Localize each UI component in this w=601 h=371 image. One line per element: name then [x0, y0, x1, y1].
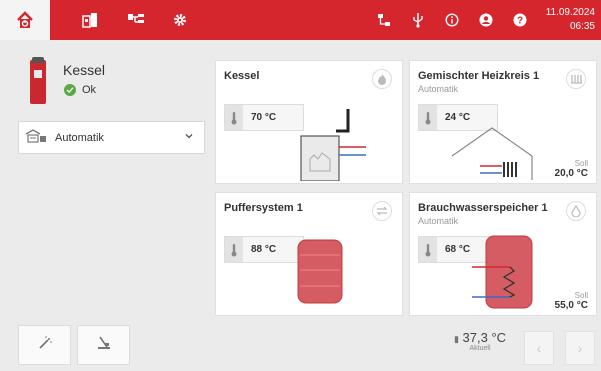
thermometer-icon — [225, 105, 243, 130]
chevron-left-icon: ‹ — [536, 340, 542, 356]
svg-text:?: ? — [517, 16, 523, 27]
house-diagram — [451, 127, 533, 180]
boiler-icon — [30, 57, 46, 104]
home-icon — [16, 11, 34, 29]
boiler-menu-icon — [82, 12, 98, 28]
chimney-sweep-button[interactable] — [77, 325, 130, 365]
system-menu-button[interactable] — [116, 0, 156, 40]
thermometer-icon — [419, 105, 437, 130]
card-heizkreis[interactable]: Gemischter Heizkreis 1 Automatik 24 °C S… — [409, 60, 597, 184]
temperature-value: 68 °C — [445, 244, 471, 255]
date-text: 11.09.2024 — [545, 7, 595, 18]
outdoor-temperature-label: Aktuell — [469, 345, 491, 352]
flame-icon — [372, 69, 392, 89]
boiler-title: Kessel — [63, 62, 106, 78]
automatic-mode-icon — [25, 129, 47, 146]
buffer-tank-diagram — [297, 239, 343, 304]
next-page-button[interactable]: › — [565, 331, 595, 365]
settings-button[interactable] — [160, 0, 200, 40]
date-time: 11.09.2024 06:35 — [546, 6, 595, 34]
info-icon — [445, 13, 459, 27]
card-title: Gemischter Heizkreis 1 — [418, 70, 540, 82]
setpoint-value: 20,0 °C — [554, 168, 588, 179]
card-subtitle: Automatik — [418, 216, 459, 226]
system-menu-icon — [127, 13, 145, 27]
setpoint-value: 55,0 °C — [554, 300, 588, 311]
wand-button[interactable] — [18, 325, 71, 365]
network-icon — [377, 13, 391, 27]
temperature-display: 88 °C — [224, 236, 304, 263]
setpoint: Soll 20,0 °C — [555, 159, 588, 179]
water-drop-icon — [566, 201, 586, 221]
help-button[interactable]: ? — [500, 0, 540, 40]
home-button[interactable] — [0, 0, 50, 40]
thermometer-icon: ▮ — [453, 334, 459, 344]
help-icon: ? — [513, 13, 527, 27]
mode-select[interactable]: Automatik — [18, 121, 205, 154]
outdoor-temperature-value: ▮ 37,3 °C — [453, 330, 507, 345]
card-title: Puffersystem 1 — [224, 202, 303, 214]
temperature-value: 70 °C — [251, 112, 277, 123]
mode-value: Automatik — [55, 131, 104, 144]
time-text: 06:35 — [569, 21, 595, 32]
chevron-down-icon — [184, 131, 194, 144]
card-title: Brauchwasserspeicher 1 — [418, 202, 548, 214]
status-text: Ok — [82, 84, 97, 96]
usb-icon — [412, 12, 424, 28]
boiler-menu-button[interactable] — [70, 0, 110, 40]
card-brauchwasser[interactable]: Brauchwasserspeicher 1 Automatik 68 °C S… — [409, 192, 597, 316]
prev-page-button[interactable]: ‹ — [524, 331, 554, 365]
chimney-sweep-icon — [96, 335, 112, 356]
setpoint-label: Soll — [574, 291, 588, 300]
thermometer-icon — [225, 237, 243, 262]
settings-icon — [173, 13, 187, 27]
card-subtitle: Automatik — [418, 84, 459, 94]
card-puffer[interactable]: Puffersystem 1 88 °C — [215, 192, 403, 316]
card-title: Kessel — [224, 70, 260, 82]
setpoint-label: Soll — [574, 159, 588, 168]
thermometer-icon — [419, 237, 437, 262]
check-icon — [64, 84, 76, 96]
top-bar: ? 11.09.2024 06:35 — [0, 0, 601, 40]
heating-icon — [566, 69, 586, 89]
swap-icon — [372, 201, 392, 221]
setpoint: Soll 55,0 °C — [555, 291, 588, 311]
chevron-right-icon: › — [577, 340, 583, 356]
water-tank-diagram — [472, 235, 533, 309]
wand-icon — [37, 335, 53, 356]
user-icon — [479, 13, 493, 27]
temperature-value: 88 °C — [251, 244, 277, 255]
boiler-diagram — [300, 109, 366, 181]
status-indicator: Ok — [64, 84, 96, 96]
outdoor-temperature: ▮ 37,3 °C Aktuell — [440, 330, 520, 352]
card-kessel[interactable]: Kessel 70 °C — [215, 60, 403, 184]
